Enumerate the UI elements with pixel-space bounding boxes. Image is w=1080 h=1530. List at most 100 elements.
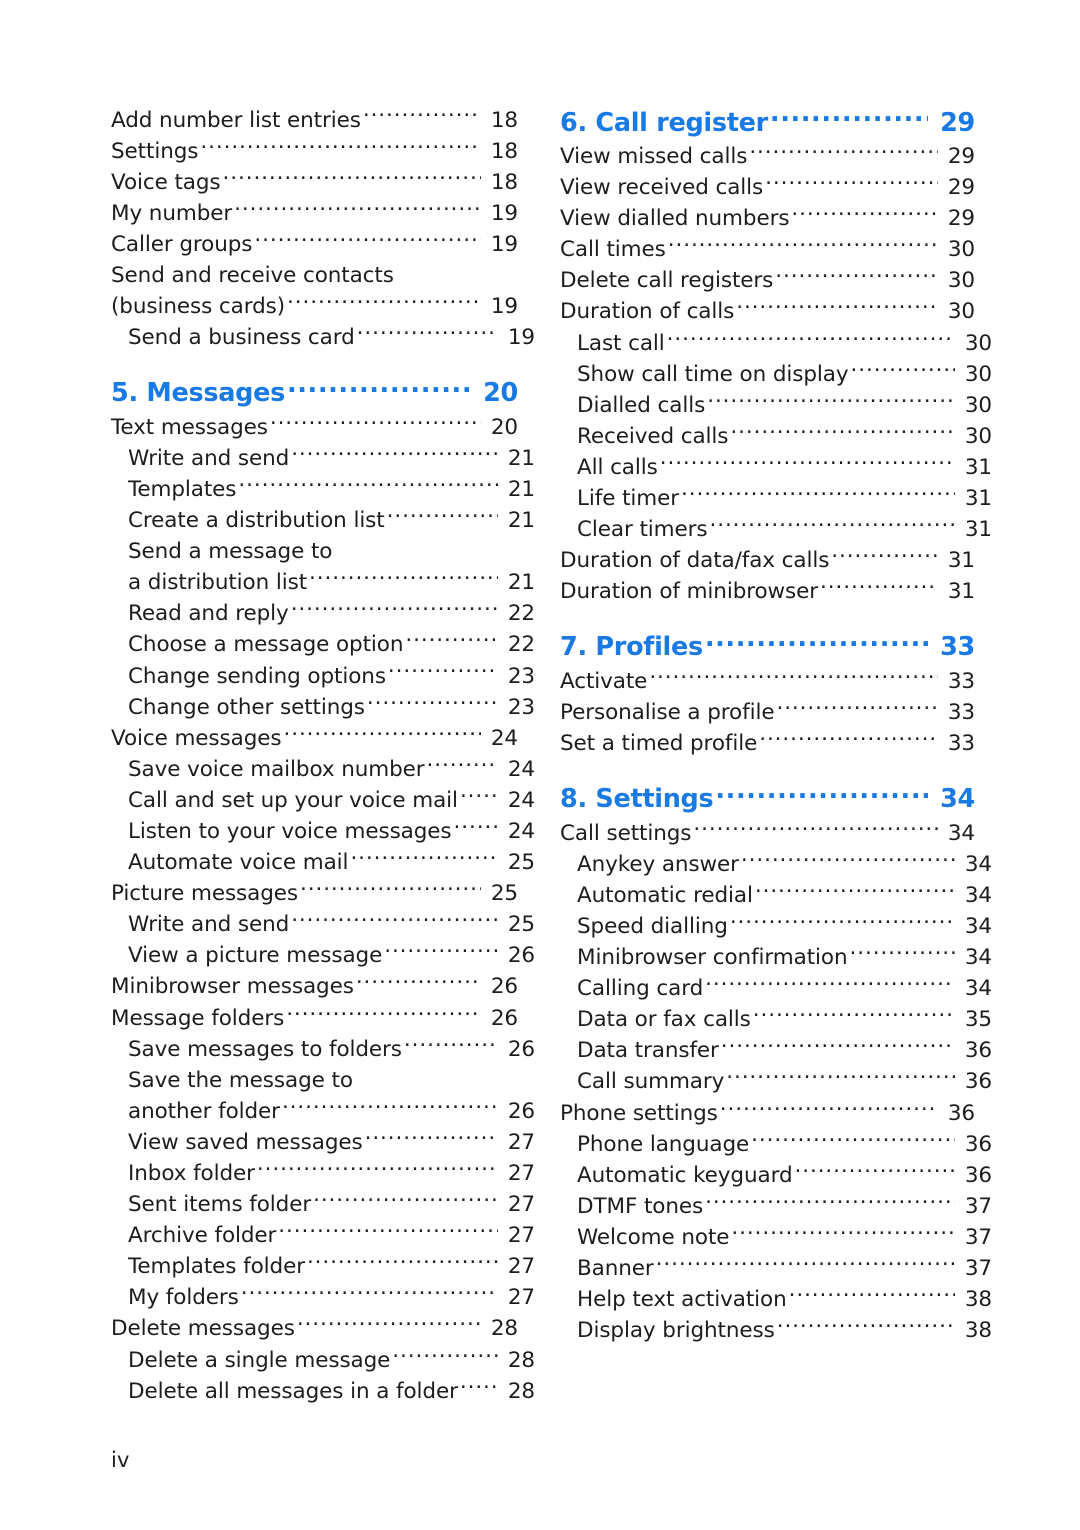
toc-entry[interactable]: Delete messages 28 bbox=[111, 1314, 518, 1345]
toc-entry[interactable]: Write and send 25 bbox=[111, 910, 535, 941]
toc-entry[interactable]: Call settings 34 bbox=[560, 818, 975, 849]
toc-entry[interactable]: Last call 30 bbox=[560, 328, 992, 359]
toc-entry[interactable]: Speed dialling 34 bbox=[560, 911, 992, 942]
toc-entry-label: Automatic redial bbox=[577, 882, 753, 908]
toc-entry[interactable]: View missed calls 29 bbox=[560, 142, 975, 173]
toc-entry-label: Show call time on display bbox=[577, 361, 849, 387]
toc-page-number: 31 bbox=[964, 517, 992, 543]
toc-entry[interactable]: Call summary 36 bbox=[560, 1067, 992, 1098]
toc-entry-label: Duration of data/fax calls bbox=[560, 548, 830, 574]
toc-entry[interactable]: Calling card 34 bbox=[560, 974, 992, 1005]
toc-entry[interactable]: Picture messages 25 bbox=[111, 879, 518, 910]
toc-entry[interactable]: Caller groups 19 bbox=[111, 229, 518, 260]
toc-entry[interactable]: Send and receive contacts bbox=[111, 260, 518, 291]
toc-entry[interactable]: Save voice mailbox number 24 bbox=[111, 754, 535, 785]
toc-entry[interactable]: Welcome note 37 bbox=[560, 1222, 992, 1253]
toc-entry[interactable]: Automatic keyguard 36 bbox=[560, 1160, 992, 1191]
toc-entry[interactable]: Activate 33 bbox=[560, 666, 975, 697]
toc-entry[interactable]: Automatic redial 34 bbox=[560, 880, 992, 911]
toc-entry[interactable]: Save the message to bbox=[111, 1065, 535, 1096]
dot-leader bbox=[776, 698, 938, 720]
toc-entry[interactable]: View a picture message 26 bbox=[111, 941, 535, 972]
toc-entry[interactable]: Message folders 26 bbox=[111, 1003, 518, 1034]
toc-entry[interactable]: Text messages 20 bbox=[111, 412, 518, 443]
toc-section-heading[interactable]: 7. Profiles 33 bbox=[560, 630, 975, 664]
toc-entry[interactable]: All calls 31 bbox=[560, 452, 992, 483]
toc-entry[interactable]: Settings 18 bbox=[111, 136, 518, 167]
toc-entry[interactable]: Data transfer 36 bbox=[560, 1036, 992, 1067]
toc-entry[interactable]: Send a message to bbox=[111, 537, 535, 568]
toc-entry[interactable]: DTMF tones 37 bbox=[560, 1191, 992, 1222]
toc-entry[interactable]: Duration of calls 30 bbox=[560, 297, 975, 328]
toc-entry[interactable]: Create a distribution list 21 bbox=[111, 506, 535, 537]
toc-entry-label: Anykey answer bbox=[577, 851, 739, 877]
toc-entry[interactable]: Change other settings 23 bbox=[111, 692, 535, 723]
toc-entry[interactable]: Minibrowser confirmation 34 bbox=[560, 943, 992, 974]
toc-entry[interactable]: Add number list entries 18 bbox=[111, 105, 518, 136]
toc-entry[interactable]: (business cards) 19 bbox=[111, 292, 518, 323]
toc-entry[interactable]: View received calls 29 bbox=[560, 173, 975, 204]
toc-entry[interactable]: Templates 21 bbox=[111, 474, 535, 505]
toc-entry[interactable]: Send a business card 19 bbox=[111, 323, 535, 354]
dot-leader bbox=[270, 412, 481, 434]
toc-entry[interactable]: Voice messages 24 bbox=[111, 723, 518, 754]
toc-page-number: 28 bbox=[490, 1316, 518, 1342]
toc-entry[interactable]: Minibrowser messages 26 bbox=[111, 972, 518, 1003]
toc-entry[interactable]: Automate voice mail 25 bbox=[111, 848, 535, 879]
toc-entry[interactable]: Delete a single message 28 bbox=[111, 1345, 535, 1376]
toc-entry[interactable]: Inbox folder 27 bbox=[111, 1159, 535, 1190]
toc-entry[interactable]: My folders 27 bbox=[111, 1283, 535, 1314]
toc-entry[interactable]: Phone settings 36 bbox=[560, 1098, 975, 1129]
toc-section-heading[interactable]: 8. Settings 34 bbox=[560, 782, 975, 816]
toc-entry[interactable]: Help text activation 38 bbox=[560, 1285, 992, 1316]
toc-entry-label: View received calls bbox=[560, 175, 764, 201]
toc-entry[interactable]: Set a timed profile 33 bbox=[560, 729, 975, 760]
toc-entry[interactable]: Duration of data/fax calls 31 bbox=[560, 546, 975, 577]
dot-leader bbox=[820, 577, 938, 599]
toc-entry[interactable]: Change sending options 23 bbox=[111, 661, 535, 692]
dot-leader bbox=[355, 1065, 535, 1087]
toc-page-number: 26 bbox=[490, 974, 518, 1000]
toc-entry[interactable]: Templates folder 27 bbox=[111, 1252, 535, 1283]
toc-entry[interactable]: My number 19 bbox=[111, 198, 518, 229]
toc-page-number: 34 bbox=[940, 784, 975, 815]
toc-page-number: 24 bbox=[507, 787, 535, 813]
toc-entry[interactable]: another folder 26 bbox=[111, 1096, 535, 1127]
toc-entry[interactable]: Show call time on display 30 bbox=[560, 359, 992, 390]
toc-entry-label: Automatic keyguard bbox=[577, 1162, 793, 1188]
toc-entry[interactable]: Delete all messages in a folder 28 bbox=[111, 1376, 535, 1407]
toc-entry-label: Message folders bbox=[111, 1005, 285, 1031]
toc-entry[interactable]: View saved messages 27 bbox=[111, 1127, 535, 1158]
toc-entry[interactable]: Personalise a profile 33 bbox=[560, 698, 975, 729]
toc-section-heading[interactable]: 6. Call register 29 bbox=[560, 105, 975, 139]
toc-entry[interactable]: Life timer 31 bbox=[560, 484, 992, 515]
toc-entry-label: Save voice mailbox number bbox=[128, 756, 425, 782]
toc-entry[interactable]: Data or fax calls 35 bbox=[560, 1005, 992, 1036]
toc-entry[interactable]: Choose a message option 22 bbox=[111, 630, 535, 661]
toc-entry[interactable]: Delete call registers 30 bbox=[560, 266, 975, 297]
toc-entry[interactable]: Anykey answer 34 bbox=[560, 849, 992, 880]
toc-entry[interactable]: Call times 30 bbox=[560, 235, 975, 266]
toc-entry[interactable]: Clear timers 31 bbox=[560, 515, 992, 546]
toc-entry[interactable]: View dialled numbers 29 bbox=[560, 204, 975, 235]
toc-entry[interactable]: Dialled calls 30 bbox=[560, 390, 992, 421]
toc-entry[interactable]: Save messages to folders 26 bbox=[111, 1034, 535, 1065]
dot-leader bbox=[291, 599, 498, 621]
toc-entry[interactable]: Voice tags 18 bbox=[111, 167, 518, 198]
toc-entry[interactable]: Banner 37 bbox=[560, 1254, 992, 1285]
toc-entry[interactable]: Archive folder 27 bbox=[111, 1221, 535, 1252]
toc-entry[interactable]: Display brightness 38 bbox=[560, 1316, 992, 1347]
toc-entry[interactable]: Write and send 21 bbox=[111, 443, 535, 474]
dot-leader bbox=[313, 1190, 498, 1212]
toc-entry[interactable]: Received calls 30 bbox=[560, 421, 992, 452]
toc-entry[interactable]: Call and set up your voice mail 24 bbox=[111, 785, 535, 816]
toc-page-number: 30 bbox=[947, 237, 975, 263]
toc-entry[interactable]: Phone language 36 bbox=[560, 1129, 992, 1160]
toc-entry[interactable]: Listen to your voice messages 24 bbox=[111, 816, 535, 847]
toc-entry[interactable]: Sent items folder 27 bbox=[111, 1190, 535, 1221]
toc-section-heading[interactable]: 5. Messages 20 bbox=[111, 376, 518, 410]
toc-entry[interactable]: Read and reply 22 bbox=[111, 599, 535, 630]
toc-entry-label: Send and receive contacts bbox=[111, 262, 394, 288]
toc-entry[interactable]: Duration of minibrowser 31 bbox=[560, 577, 975, 608]
toc-entry[interactable]: a distribution list 21 bbox=[111, 568, 535, 599]
